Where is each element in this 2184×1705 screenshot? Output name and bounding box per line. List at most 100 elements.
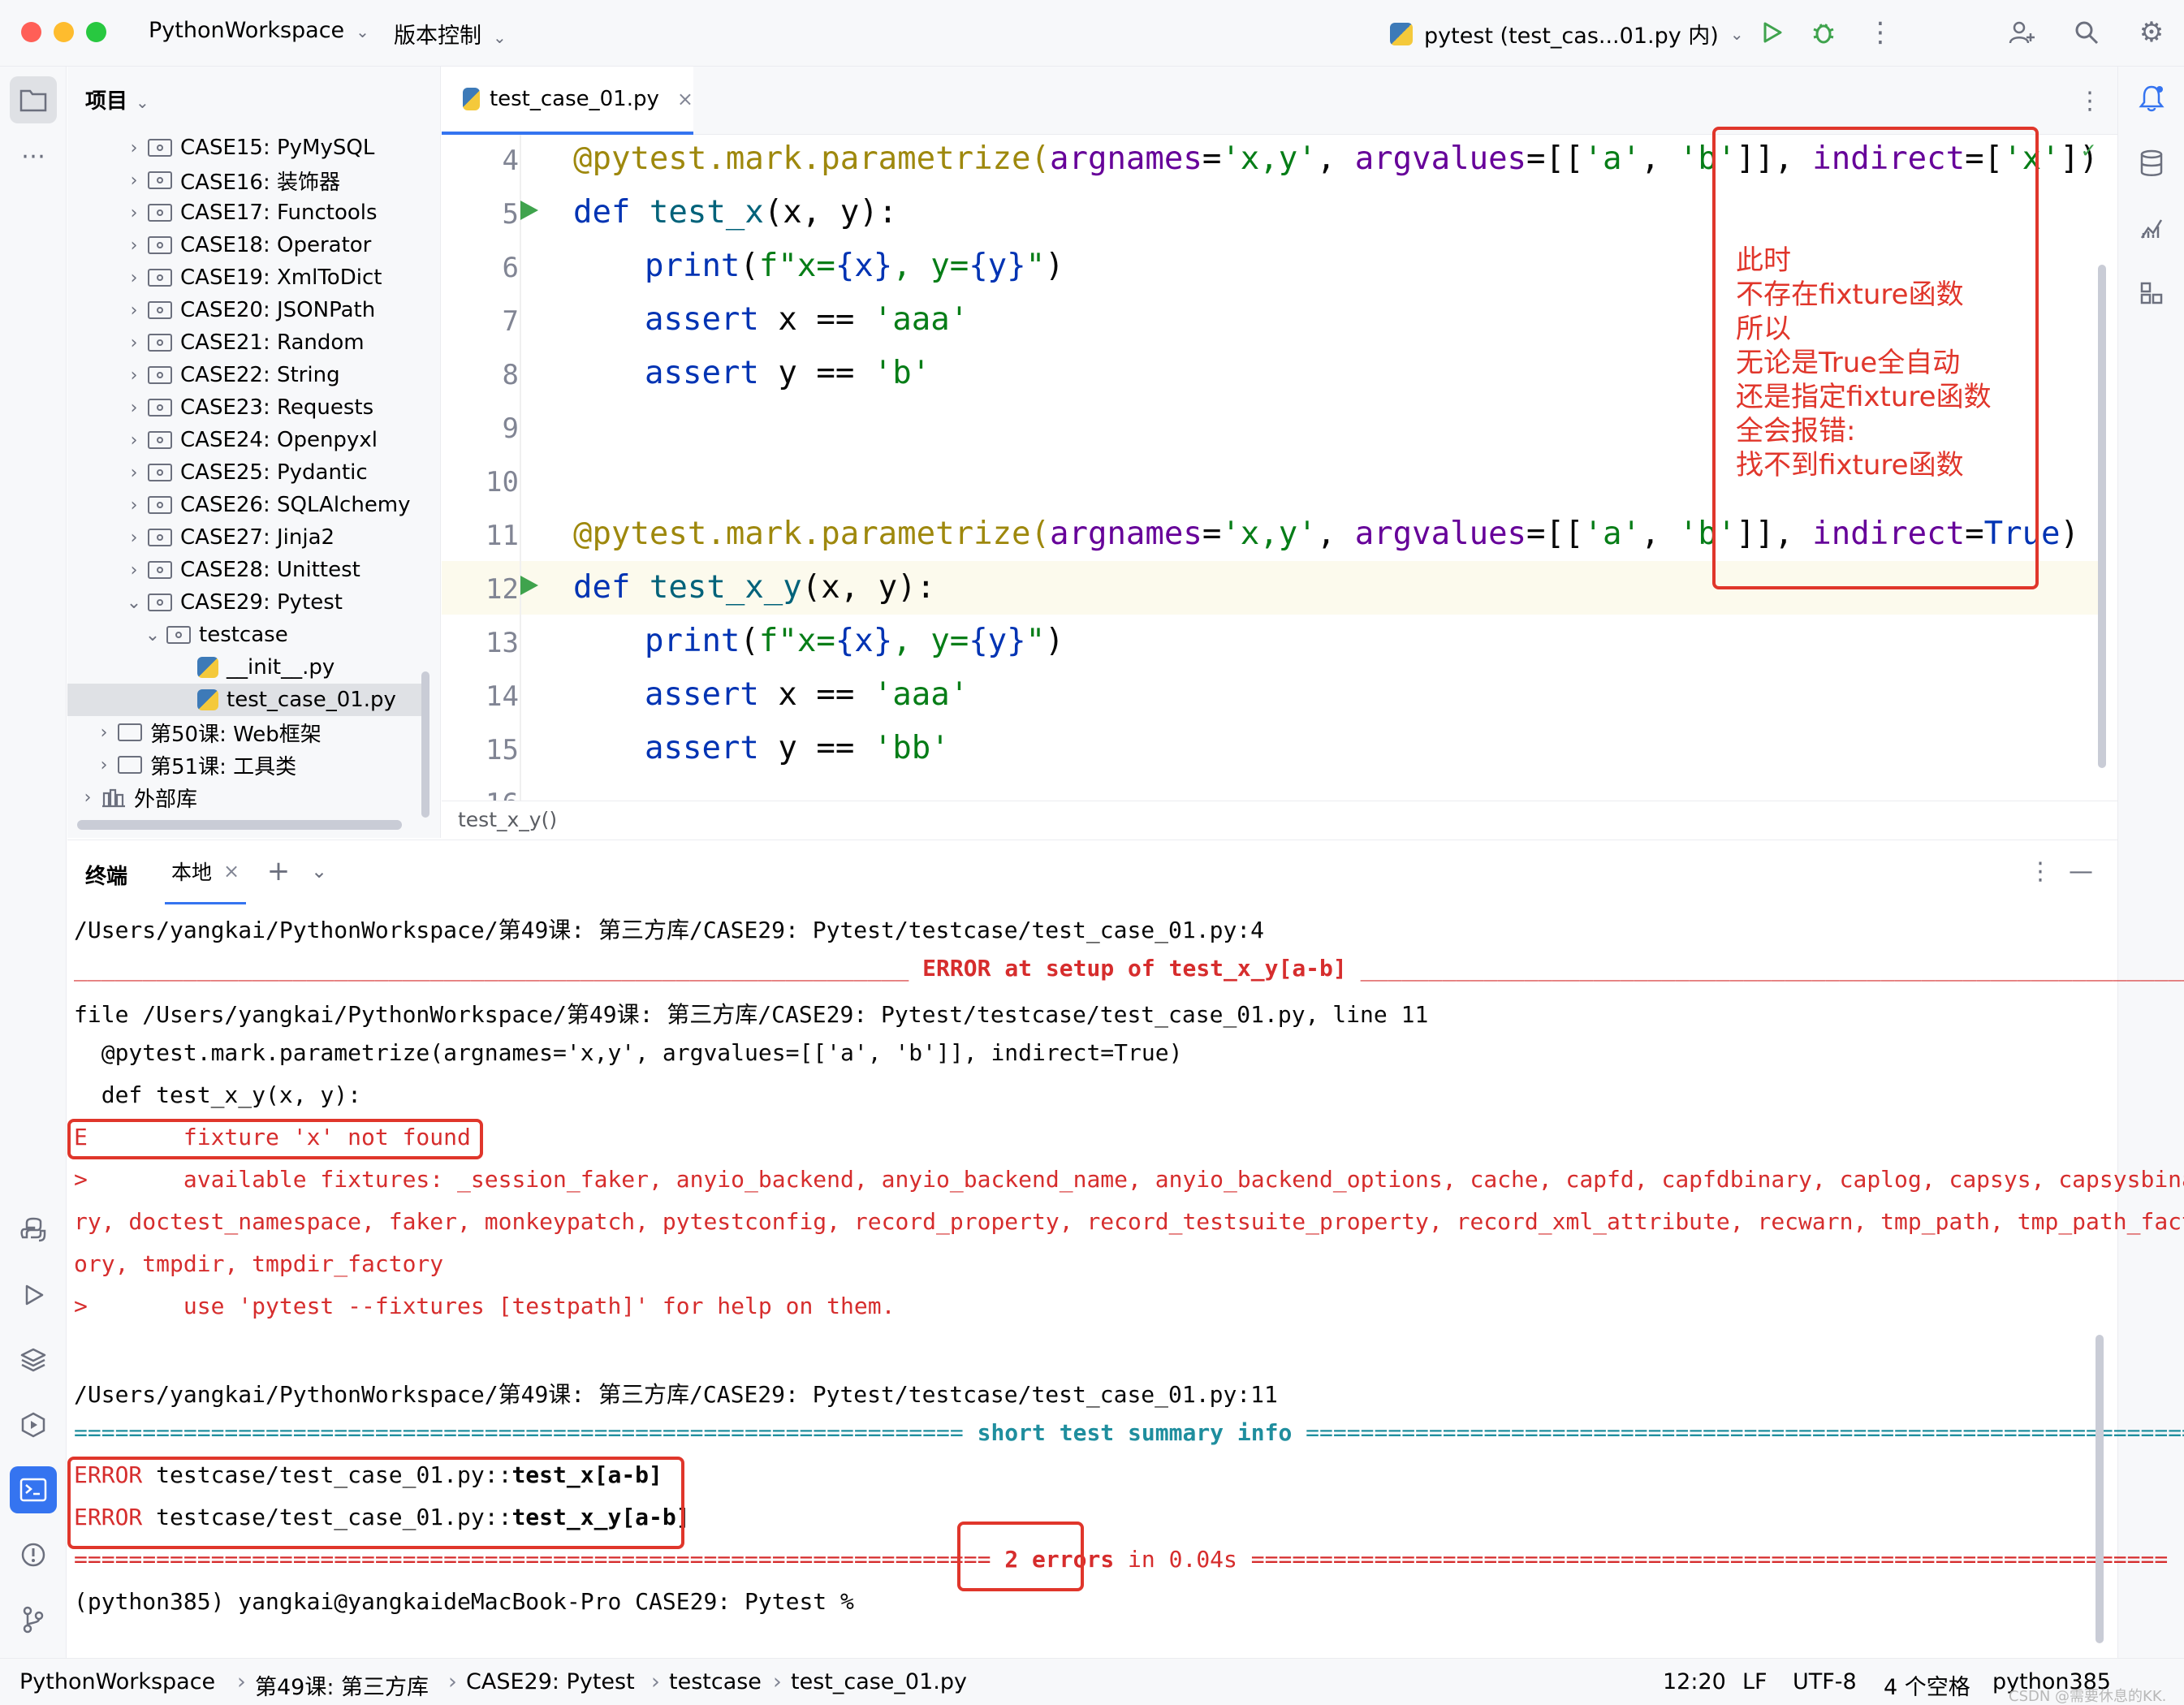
chevron-right-icon[interactable]: › [125, 203, 143, 223]
database-button[interactable] [2131, 143, 2172, 183]
inspection-ok-icon[interactable]: ✓ [2082, 136, 2096, 163]
status-crumb[interactable]: 第49课: 第三方库 [255, 1669, 429, 1701]
chevron-right-icon[interactable]: › [125, 398, 143, 418]
terminal-tool-button[interactable] [10, 1466, 57, 1513]
vcs-menu[interactable]: 版本控制 ⌄ [394, 18, 507, 50]
caret-position[interactable]: 12:20 [1663, 1669, 1726, 1694]
tree-item[interactable]: › CASE22: String [67, 359, 425, 391]
tree-item[interactable]: › CASE28: Unittest [67, 554, 425, 586]
settings-button[interactable]: ⚙ [2135, 16, 2168, 49]
tree-item[interactable]: › CASE25: Pydantic [67, 456, 425, 489]
tree-item[interactable]: ⌄ CASE29: Pytest [67, 586, 425, 619]
tree-item[interactable]: › CASE15: PyMySQL [67, 132, 425, 164]
python-file-icon [463, 88, 480, 110]
chevron-right-icon[interactable]: › [125, 495, 143, 516]
project-panel-header[interactable]: 项目 ⌄ [85, 84, 149, 114]
editor-tab-test-case-01[interactable]: test_case_01.py × [442, 67, 693, 135]
package-icon [148, 431, 172, 449]
debug-button[interactable] [1807, 16, 1840, 49]
notifications-button[interactable] [2131, 78, 2172, 119]
chevron-right-icon[interactable]: › [125, 463, 143, 483]
run-test-x-gutter-icon[interactable] [516, 198, 541, 226]
chevron-right-icon[interactable]: › [125, 235, 143, 256]
tree-item[interactable]: › CASE21: Random [67, 326, 425, 359]
scientific-mode-button[interactable] [2131, 208, 2172, 248]
git-button[interactable] [13, 1599, 54, 1640]
tree-item[interactable]: › CASE27: Jinja2 [67, 521, 425, 554]
project-switcher[interactable]: PythonWorkspace ⌄ [149, 18, 369, 43]
terminal-scrollbar[interactable] [2096, 1335, 2104, 1643]
tree-item[interactable]: › CASE20: JSONPath [67, 294, 425, 326]
chevron-right-icon[interactable]: › [125, 333, 143, 353]
new-terminal-icon[interactable]: + [262, 855, 295, 887]
tree-item[interactable]: test_case_01.py [67, 684, 425, 716]
status-crumb[interactable]: testcase [669, 1669, 762, 1694]
run-button[interactable] [1755, 16, 1788, 49]
terminal-options-icon[interactable]: ⋮ [2024, 855, 2057, 887]
run-test-x-y-gutter-icon[interactable] [516, 573, 541, 601]
chevron-right-icon[interactable]: › [95, 723, 113, 743]
more-actions-icon[interactable]: ⋮ [1864, 16, 1897, 49]
tree-item[interactable]: › CASE23: Requests [67, 391, 425, 424]
chevron-right-icon[interactable]: › [125, 268, 143, 288]
add-user-button[interactable] [2005, 16, 2038, 49]
tree-item-label: CASE15: PyMySQL [180, 136, 375, 160]
project-horizontal-scrollbar[interactable] [77, 820, 402, 830]
chevron-down-icon[interactable]: ⌄ [125, 593, 143, 613]
chevron-right-icon[interactable]: › [125, 170, 143, 191]
chevron-right-icon[interactable]: › [125, 560, 143, 581]
problems-button[interactable] [13, 1534, 54, 1575]
tree-item[interactable]: › 外部库 [67, 781, 425, 814]
project-tool-button[interactable] [10, 76, 57, 123]
python-packages-button[interactable] [13, 1340, 54, 1380]
chevron-right-icon[interactable]: › [125, 528, 143, 548]
zoom-window-button[interactable] [86, 22, 106, 42]
line-separator[interactable]: LF [1742, 1669, 1767, 1694]
tree-item[interactable]: › CASE16: 装饰器 [67, 164, 425, 196]
chevron-right-icon[interactable]: › [125, 138, 143, 158]
editor-tabs-more-icon[interactable]: ⋮ [2074, 84, 2106, 117]
run-config-selector[interactable]: pytest (test_cas...01.py 内) ⌄ [1390, 18, 1744, 50]
more-tools-icon[interactable]: ⋯ [10, 140, 57, 172]
tree-item[interactable]: › 第50课: Web框架 [67, 716, 425, 749]
tree-item[interactable]: › CASE18: Operator [67, 229, 425, 261]
tree-item[interactable]: › CASE26: SQLAlchemy [67, 489, 425, 521]
tree-item[interactable]: __init__.py [67, 651, 425, 684]
run-tool-button[interactable] [13, 1275, 54, 1315]
close-tab-icon[interactable]: × [223, 860, 240, 883]
status-crumb[interactable]: PythonWorkspace [19, 1669, 215, 1694]
project-vertical-scrollbar[interactable] [421, 671, 429, 818]
minimize-window-button[interactable] [54, 22, 74, 42]
python-console-button[interactable] [13, 1210, 54, 1250]
tree-item[interactable]: › 第51课: 工具类 [67, 749, 425, 781]
tree-item[interactable]: › CASE17: Functools [67, 196, 425, 229]
chevron-right-icon[interactable]: › [79, 788, 97, 808]
close-window-button[interactable] [21, 22, 41, 42]
chevron-right-icon[interactable]: › [125, 430, 143, 451]
tree-item[interactable]: › CASE24: Openpyxl [67, 424, 425, 456]
structure-button[interactable] [2131, 273, 2172, 313]
chevron-right-icon[interactable]: › [125, 300, 143, 321]
terminal-output[interactable]: /Users/yangkai/PythonWorkspace/第49课: 第三方… [67, 904, 2184, 1658]
search-button[interactable] [2070, 16, 2103, 49]
indent-setting[interactable]: 4 个空格 [1884, 1669, 1970, 1701]
close-tab-icon[interactable]: × [677, 88, 693, 110]
chevron-right-icon[interactable]: › [95, 755, 113, 775]
editor-vertical-scrollbar[interactable] [2098, 265, 2106, 768]
minimize-panel-icon[interactable]: — [2065, 855, 2097, 887]
tree-item-label: testcase [199, 623, 288, 647]
code-editor[interactable]: 45678910111213141516 @pytest.mark.parame… [442, 127, 2117, 820]
terminal-tab-local[interactable]: 本地 × [165, 840, 247, 905]
services-button[interactable] [13, 1405, 54, 1445]
status-crumb[interactable]: test_case_01.py [791, 1669, 967, 1694]
status-crumb[interactable]: CASE29: Pytest [466, 1669, 635, 1694]
breadcrumb-function[interactable]: test_x_y() [458, 808, 557, 831]
file-encoding[interactable]: UTF-8 [1793, 1669, 1857, 1694]
tree-item[interactable]: › CASE19: XmlToDict [67, 261, 425, 294]
tree-item[interactable]: ⌄ testcase [67, 619, 425, 651]
chevron-down-icon[interactable]: ⌄ [144, 625, 162, 645]
terminal-line: ory, tmpdir, tmpdir_factory [74, 1250, 444, 1277]
terminal-prompt[interactable]: (python385) yangkai@yangkaideMacBook-Pro… [74, 1588, 868, 1615]
chevron-down-icon[interactable]: ⌄ [303, 855, 335, 887]
chevron-right-icon[interactable]: › [125, 365, 143, 386]
